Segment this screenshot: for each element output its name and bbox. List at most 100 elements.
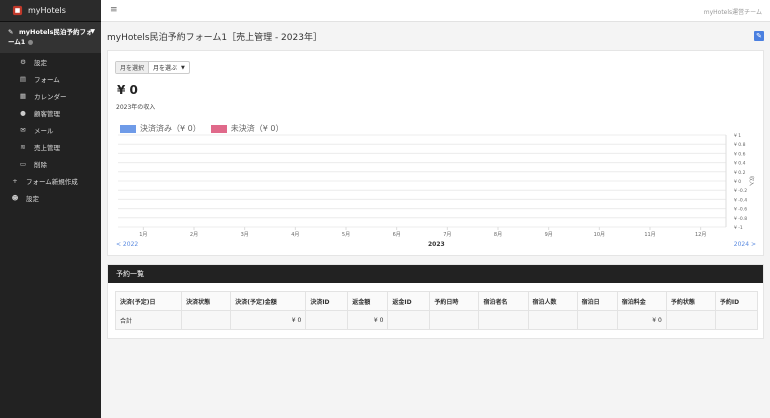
column-header[interactable]: 宿泊者名 bbox=[478, 291, 529, 311]
column-header[interactable]: 決済状態 bbox=[181, 291, 232, 311]
x-tick-label: 12月 bbox=[695, 232, 706, 238]
table-cell: ¥ 0 bbox=[347, 310, 389, 330]
next-year-link[interactable]: 2024 > bbox=[734, 241, 756, 248]
column-header[interactable]: 宿泊料金 bbox=[616, 291, 667, 311]
sidebar-item-label: 削除 bbox=[34, 160, 47, 169]
sidebar-item-form[interactable]: ▤ フォーム bbox=[0, 70, 101, 87]
form-selector[interactable]: ✎ myHotels民泊予約フォーム1 ● ▼ bbox=[0, 22, 101, 53]
status-dot: ● bbox=[27, 38, 34, 46]
column-header[interactable]: 予約状態 bbox=[665, 291, 716, 311]
users-gear-icon: ☻ bbox=[11, 193, 19, 202]
y-tick-label: ¥ -0.2 bbox=[734, 188, 747, 194]
sidebar-item-new-form[interactable]: + フォーム新規作成 bbox=[0, 172, 101, 189]
mail-icon: ✉ bbox=[20, 125, 26, 134]
revenue-chart: ¥ 1 ¥ 0.8 ¥ 0.6 ¥ 0.4 ¥ 0.2 ¥ 0 ¥ -0.2 ¥ -0.4 ¥ … bbox=[118, 133, 755, 238]
x-tick-label: 8月 bbox=[494, 232, 502, 238]
table-cell bbox=[527, 310, 578, 330]
table-cell bbox=[429, 310, 480, 330]
sidebar-item-label: 設定 bbox=[34, 58, 47, 67]
sidebar-item-label: フォーム bbox=[34, 75, 60, 84]
sidebar-item-label: 売上管理 bbox=[34, 143, 60, 152]
sidebar-item-label: メール bbox=[34, 126, 54, 135]
sidebar-item-label: 顧客管理 bbox=[34, 109, 60, 118]
table-cell bbox=[576, 310, 618, 330]
sidebar-item-mail[interactable]: ✉ メール bbox=[0, 121, 101, 138]
table-cell: ¥ 0 bbox=[616, 310, 667, 330]
column-header[interactable]: 予約ID bbox=[714, 291, 759, 311]
team-name[interactable]: myHotels運営チーム bbox=[704, 7, 762, 16]
sidebar-item-calendar[interactable]: ▦ カレンダー bbox=[0, 87, 101, 104]
chevron-down-icon[interactable]: ▼ bbox=[90, 27, 95, 37]
column-header[interactable]: 決済ID bbox=[305, 291, 349, 311]
column-header[interactable]: 宿泊日 bbox=[576, 291, 618, 311]
table-cell bbox=[387, 310, 431, 330]
y-axis-label: 収入 bbox=[748, 176, 755, 186]
table-cell bbox=[478, 310, 529, 330]
trash-icon: ▭ bbox=[19, 159, 27, 168]
current-year: 2023 bbox=[428, 241, 445, 248]
prev-year-link[interactable]: < 2022 bbox=[116, 241, 138, 248]
x-tick-label: 6月 bbox=[393, 232, 401, 238]
chart-icon: ≋ bbox=[20, 142, 26, 151]
edit-icon[interactable]: ✎ bbox=[754, 31, 764, 41]
column-header[interactable]: 返金ID bbox=[387, 291, 431, 311]
form-title: myHotels民泊予約フォーム1 bbox=[8, 28, 93, 46]
y-tick-label: ¥ 1 bbox=[734, 133, 741, 139]
sidebar-item-customers[interactable]: ● 顧客管理 bbox=[0, 104, 101, 121]
hotel-logo-icon bbox=[12, 5, 23, 16]
reservations-table: 決済(予定)日 決済状態 決済(予定)金額 決済ID 返金額 返金ID 予約日時 宿泊者名 宿泊… bbox=[114, 291, 759, 330]
plus-icon: + bbox=[12, 176, 18, 185]
y-tick-label: ¥ 0.8 bbox=[734, 142, 746, 148]
revenue-card: 月を選択 月を選ぶ ▼ ¥ 0 2023年の収入 決済済み（¥ 0） 未決済（¥ … bbox=[107, 50, 764, 256]
menu-toggle-icon[interactable]: ≡ bbox=[110, 5, 118, 15]
page-title: myHotels民泊予約フォーム1［売上管理 - 2023年］ bbox=[107, 33, 322, 43]
edit-form-icon: ✎ bbox=[8, 28, 14, 36]
sidebar-nav: ⚙ 設定 ▤ フォーム ▦ カレンダー ● 顧客管理 ✉ メール ≋ 売上管理 ▭ 削除 + フ… bbox=[0, 53, 101, 206]
column-header[interactable]: 決済(予定)金額 bbox=[230, 291, 307, 311]
table-cell bbox=[714, 310, 759, 330]
x-tick-label: 7月 bbox=[443, 232, 451, 238]
customer-icon: ● bbox=[20, 108, 26, 117]
gear-icon: ⚙ bbox=[20, 57, 26, 66]
sidebar-item-label: フォーム新規作成 bbox=[26, 177, 78, 186]
sidebar-item-label: カレンダー bbox=[34, 92, 67, 101]
sidebar-item-sales[interactable]: ≋ 売上管理 bbox=[0, 138, 101, 155]
y-tick-label: ¥ -0.8 bbox=[734, 216, 747, 222]
reservations-panel: 予約一覧 決済(予定)日 決済状態 決済(予定)金額 決済ID 返金額 返金ID 予約日時宿… bbox=[107, 264, 764, 339]
x-tick-label: 11月 bbox=[644, 232, 655, 238]
y-tick-label: ¥ 0 bbox=[734, 179, 741, 185]
column-header[interactable]: 予約日時 bbox=[429, 291, 480, 311]
table-cell: ¥ 0 bbox=[230, 310, 307, 330]
x-tick-label: 10月 bbox=[594, 232, 605, 238]
table-row: 合計 ¥ 0 ¥ 0 ¥ 0 bbox=[114, 310, 759, 330]
table-header-row: 決済(予定)日 決済状態 決済(予定)金額 決済ID 返金額 返金ID 予約日時 宿泊者名 宿泊… bbox=[114, 291, 759, 311]
x-tick-label: 1月 bbox=[139, 232, 147, 238]
x-tick-label: 2月 bbox=[190, 232, 198, 238]
reservations-title: 予約一覧 bbox=[108, 265, 763, 283]
sidebar-item-settings[interactable]: ⚙ 設定 bbox=[0, 53, 101, 70]
table-cell bbox=[665, 310, 716, 330]
y-tick-label: ¥ 0.2 bbox=[734, 170, 746, 176]
y-tick-label: ¥ 0.4 bbox=[734, 161, 746, 167]
sidebar: myHotels ✎ myHotels民泊予約フォーム1 ● ▼ ⚙ 設定 ▤ フォー… bbox=[0, 0, 101, 418]
y-tick-label: ¥ -0.4 bbox=[734, 197, 747, 203]
column-header[interactable]: 決済(予定)日 bbox=[114, 291, 183, 311]
x-tick-label: 3月 bbox=[241, 232, 249, 238]
x-tick-label: 9月 bbox=[545, 232, 553, 238]
table-cell bbox=[305, 310, 349, 330]
form-icon: ▤ bbox=[19, 74, 27, 83]
sidebar-item-account-settings[interactable]: ☻ 設定 bbox=[0, 189, 101, 206]
x-tick-label: 5月 bbox=[342, 232, 350, 238]
sidebar-item-label: 設定 bbox=[26, 194, 39, 203]
y-tick-label: ¥ 0.6 bbox=[734, 151, 746, 157]
brand-name: myHotels bbox=[28, 6, 66, 15]
column-header[interactable]: 宿泊人数 bbox=[527, 291, 578, 311]
table-cell bbox=[181, 310, 232, 330]
calendar-icon: ▦ bbox=[19, 91, 27, 100]
y-tick-label: ¥ -0.6 bbox=[734, 207, 747, 213]
column-header[interactable]: 返金額 bbox=[347, 291, 389, 311]
sidebar-item-delete[interactable]: ▭ 削除 bbox=[0, 155, 101, 172]
x-tick-label: 4月 bbox=[291, 232, 299, 238]
brand[interactable]: myHotels bbox=[0, 0, 101, 22]
topbar: ≡ myHotels運営チーム bbox=[101, 0, 770, 22]
